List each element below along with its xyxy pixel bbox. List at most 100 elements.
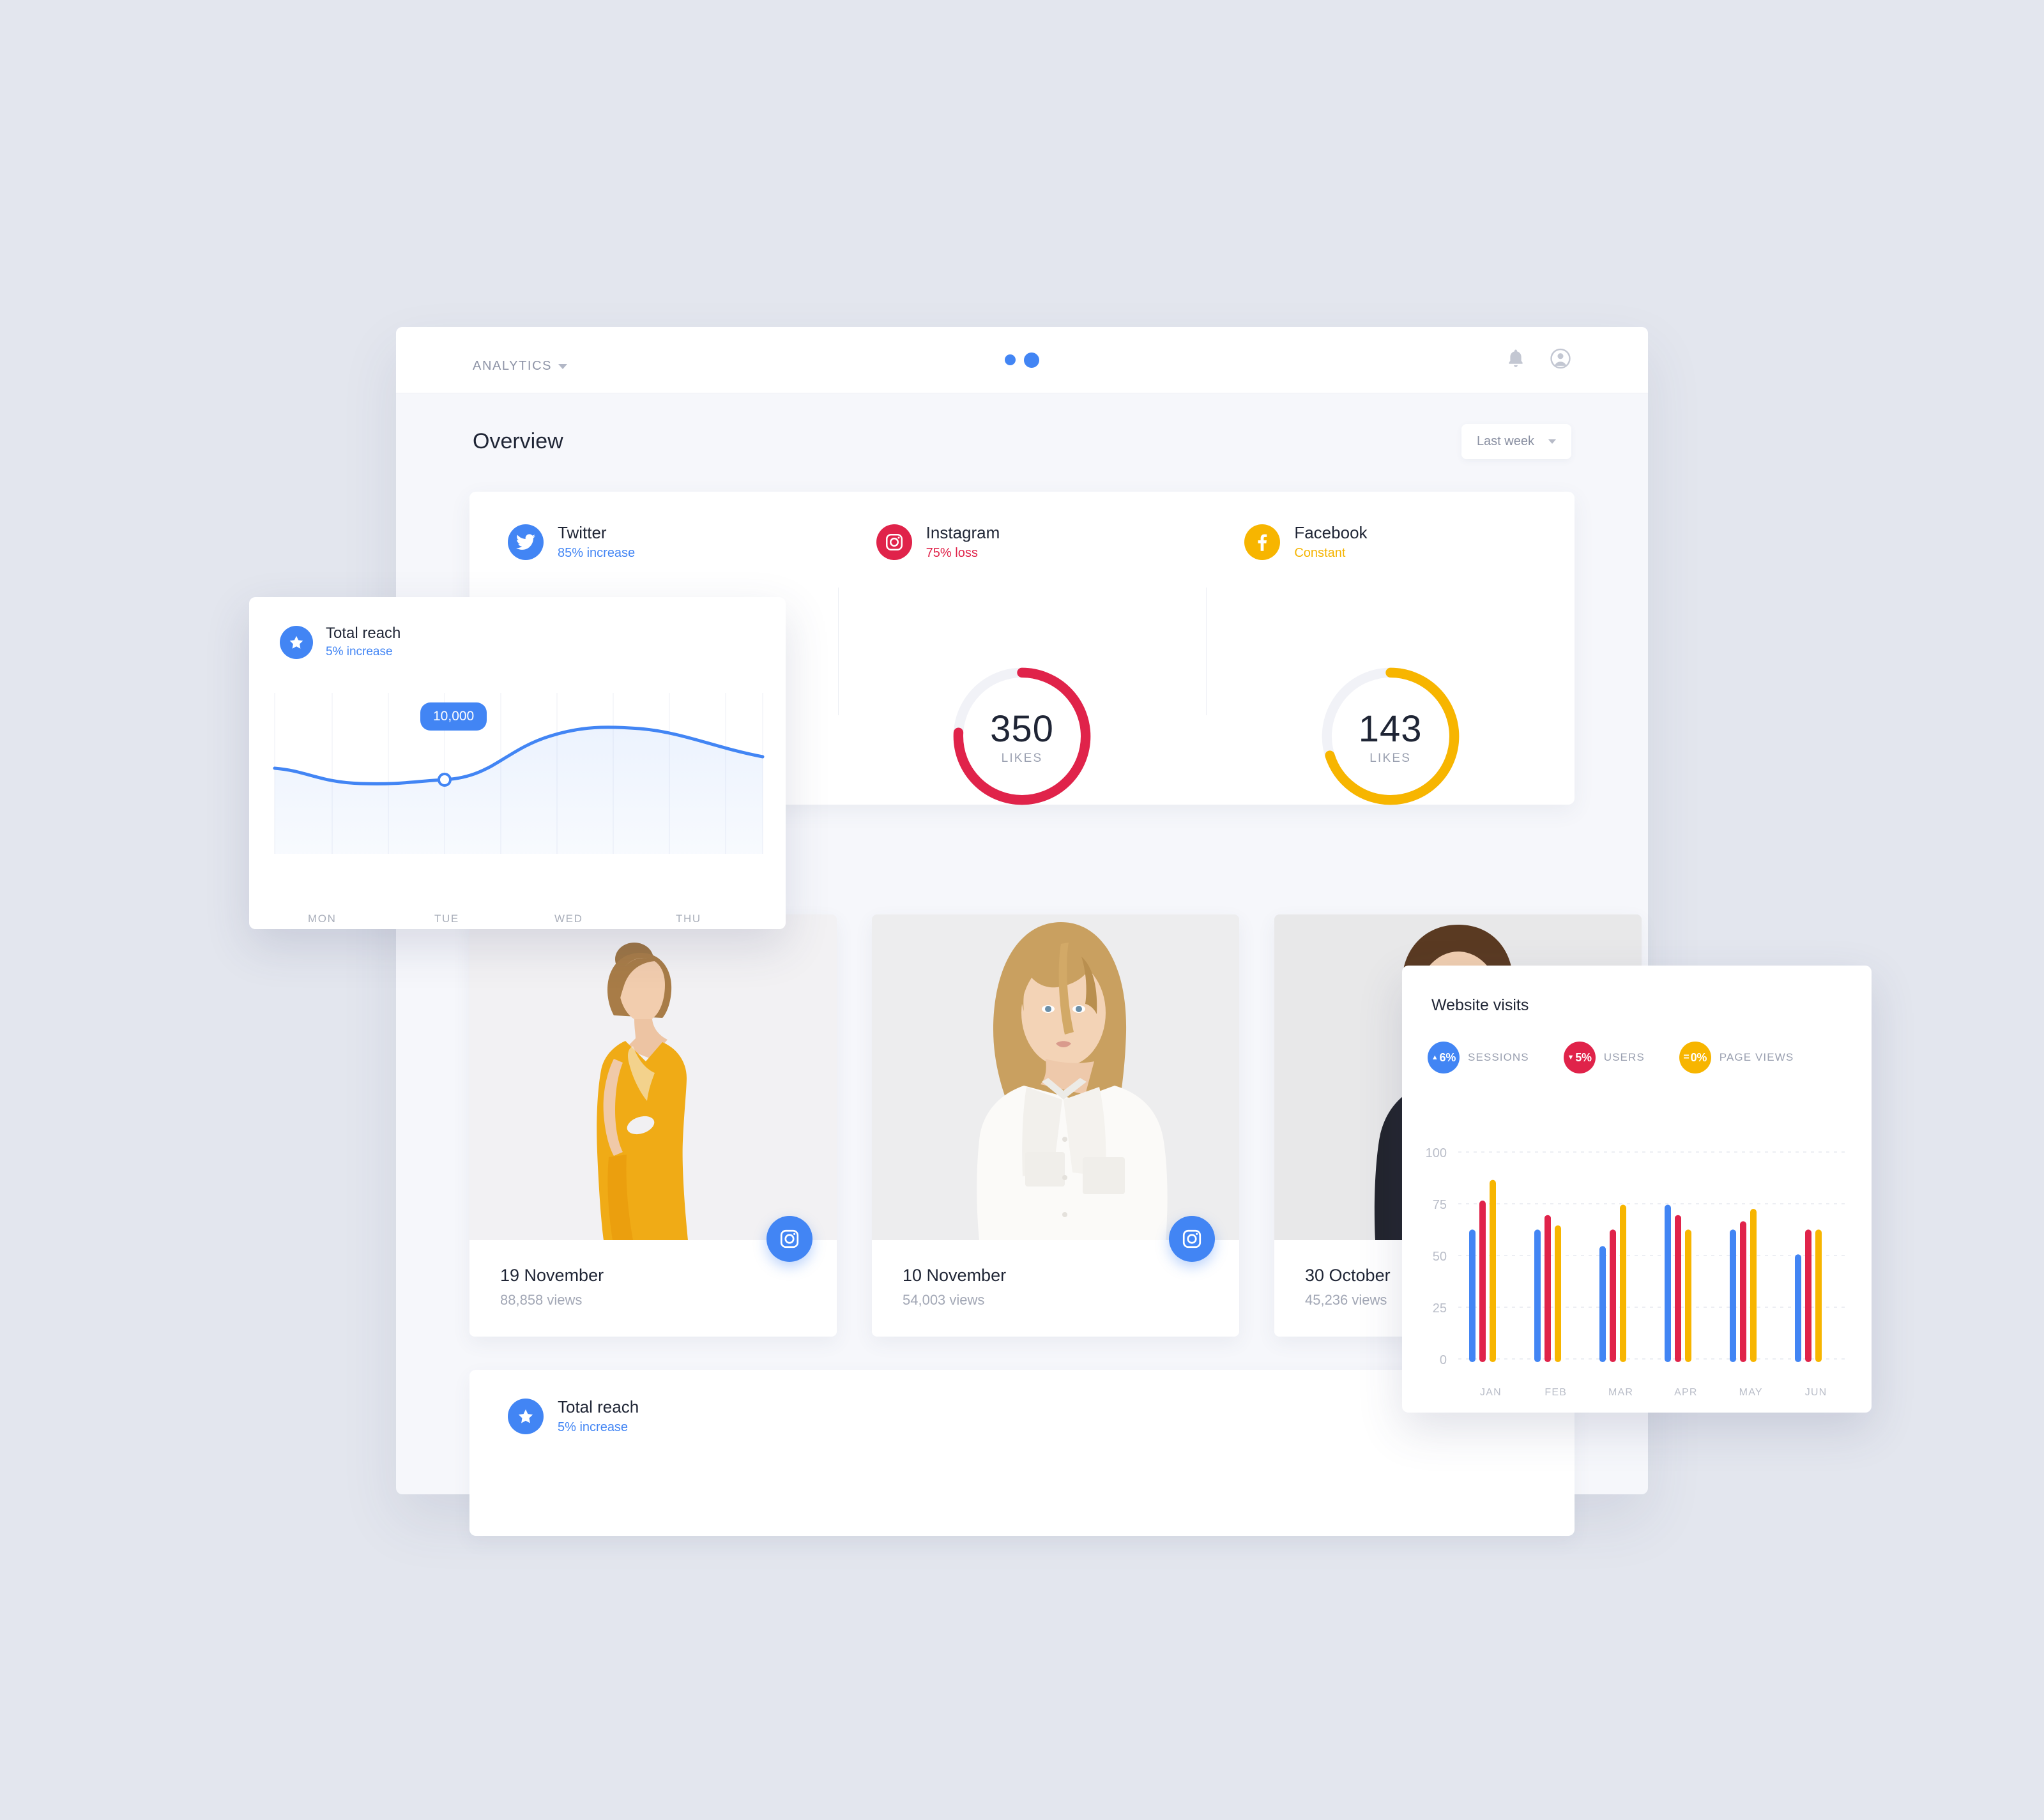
post-date: 10 November	[903, 1266, 1007, 1285]
channel-instagram: Instagram 75% loss 350 LIKES	[837, 492, 1207, 805]
user-avatar-icon[interactable]	[1550, 347, 1571, 372]
users-delta-badge: ▼ 5%	[1563, 1042, 1596, 1073]
arrow-up-icon: ▲	[1431, 1054, 1438, 1061]
users-delta: 5%	[1575, 1050, 1592, 1064]
channel-text: Twitter 85% increase	[558, 522, 635, 563]
legend-item-users[interactable]: ▼ 5% USERS	[1563, 1042, 1645, 1073]
screenshot-stage: ANALYTICS Overview Last week Twitter 85%…	[0, 0, 2044, 1820]
channel-name: Facebook	[1294, 523, 1368, 542]
twitter-icon	[508, 524, 544, 561]
website-visits-bar-chart: 100 75 50 25 0	[1402, 1138, 1872, 1368]
x-tick-label: MON	[308, 913, 337, 925]
svg-text:100: 100	[1426, 1146, 1447, 1160]
x-tick-label: THU	[676, 913, 701, 925]
channel-subtitle: Constant	[1294, 545, 1346, 560]
bar-chart-svg: 100 75 50 25 0	[1426, 1146, 1849, 1367]
page-title: Overview	[473, 429, 563, 453]
post-photo	[469, 914, 837, 1240]
dot-large-icon[interactable]	[1024, 352, 1039, 368]
bell-icon[interactable]	[1506, 348, 1525, 372]
arrow-down-icon: ▼	[1567, 1054, 1575, 1061]
website-visits-card: Website visits ▲ 6% SESSIONS ▼ 5% USERS = 0…	[1402, 966, 1872, 1413]
brand-label: ANALYTICS	[473, 359, 553, 373]
range-filter-dropdown[interactable]: Last week	[1461, 424, 1571, 459]
channel-subtitle: 75% loss	[926, 545, 978, 560]
star-icon	[280, 626, 313, 660]
total-reach-subtitle: 5% increase	[326, 645, 393, 658]
svg-text:25: 25	[1433, 1301, 1447, 1316]
instagram-likes-donut: 350 LIKES	[949, 663, 1095, 810]
channel-text: Facebook Constant	[1294, 522, 1367, 563]
page-views-delta-badge: = 0%	[1679, 1042, 1711, 1073]
channel-text: Instagram 75% loss	[926, 522, 1000, 563]
svg-text:75: 75	[1433, 1198, 1447, 1212]
x-tick-label: TUE	[434, 913, 459, 925]
post-card[interactable]: 10 November 54,003 views	[872, 914, 1239, 1337]
channel-subtitle: 85% increase	[558, 545, 636, 560]
x-tick-label: APR	[1674, 1387, 1698, 1398]
sessions-delta: 6%	[1439, 1050, 1456, 1064]
chevron-down-icon	[1548, 439, 1556, 444]
chart-x-axis: JAN FEB MAR APR MAY JUN	[1458, 1387, 1849, 1399]
page-views-delta: 0%	[1690, 1050, 1707, 1064]
legend-label: SESSIONS	[1468, 1051, 1529, 1063]
facebook-icon	[1244, 524, 1281, 561]
chart-point-marker	[438, 773, 452, 787]
channel-header: Instagram 75% loss	[838, 492, 1207, 563]
sessions-delta-badge: ▲ 6%	[1428, 1042, 1460, 1073]
channel-facebook: Facebook Constant 143 LIKES	[1206, 492, 1575, 805]
donut-value: 350	[990, 708, 1054, 750]
legend-item-page-views[interactable]: = 0% PAGE VIEWS	[1679, 1042, 1794, 1073]
page-indicator-dots[interactable]	[1005, 352, 1039, 368]
x-tick-label: MAR	[1608, 1387, 1634, 1398]
instagram-icon	[876, 524, 912, 561]
total-reach-area-chart: 10,000	[249, 686, 786, 891]
total-reach-title: Total reach	[326, 625, 401, 642]
equals-icon: =	[1683, 1052, 1689, 1063]
legend-label: USERS	[1603, 1051, 1645, 1063]
donut-value: 143	[1358, 708, 1422, 750]
total-reach-text: Total reach 5% increase	[558, 1397, 639, 1437]
x-tick-label: FEB	[1544, 1387, 1567, 1398]
area-chart-svg	[273, 693, 765, 854]
brand-menu[interactable]: ANALYTICS	[473, 359, 568, 374]
svg-text:50: 50	[1433, 1250, 1447, 1264]
legend-label: PAGE VIEWS	[1719, 1051, 1794, 1063]
chart-legend: ▲ 6% SESSIONS ▼ 5% USERS = 0% PAGE VIEWS	[1402, 1015, 1872, 1073]
website-visits-title: Website visits	[1431, 996, 1529, 1014]
channel-header: Twitter 85% increase	[469, 492, 838, 563]
app-header: ANALYTICS	[396, 327, 1648, 393]
donut-center-label: 143 LIKES	[1317, 663, 1464, 810]
channel-name: Twitter	[558, 523, 607, 542]
chart-tooltip: 10,000	[420, 702, 487, 731]
post-date: 19 November	[500, 1266, 604, 1285]
total-reach-subtitle: 5% increase	[558, 1420, 629, 1434]
header-actions	[1506, 347, 1571, 372]
total-reach-header: Total reach 5% increase	[249, 597, 786, 662]
x-tick-label: WED	[554, 913, 583, 925]
post-photo	[872, 914, 1239, 1240]
x-tick-label: MAY	[1739, 1387, 1763, 1398]
range-filter-label: Last week	[1476, 434, 1534, 448]
channel-header: Facebook Constant	[1206, 492, 1575, 563]
post-card[interactable]: 19 November 88,858 views	[469, 914, 837, 1337]
donut-unit: LIKES	[1001, 751, 1043, 765]
total-reach-title: Total reach	[558, 1397, 639, 1416]
chart-tooltip-value: 10,000	[433, 709, 475, 724]
post-views: 88,858 views	[500, 1292, 583, 1308]
star-icon	[508, 1399, 544, 1435]
dot-small-icon[interactable]	[1005, 354, 1016, 365]
x-tick-label: JUN	[1804, 1387, 1827, 1398]
total-reach-chart-card: Total reach 5% increase 10,000 MON TUE W…	[249, 597, 786, 929]
total-reach-text: Total reach 5% increase	[326, 624, 400, 662]
donut-center-label: 350 LIKES	[949, 663, 1095, 810]
post-views: 54,003 views	[903, 1292, 985, 1308]
instagram-icon[interactable]	[766, 1216, 812, 1262]
instagram-icon[interactable]	[1169, 1216, 1215, 1262]
donut-unit: LIKES	[1369, 751, 1412, 765]
channel-name: Instagram	[926, 523, 1000, 542]
legend-item-sessions[interactable]: ▲ 6% SESSIONS	[1428, 1042, 1529, 1073]
svg-text:0: 0	[1440, 1353, 1447, 1367]
chevron-down-icon	[558, 363, 568, 369]
overview-header-row: Overview Last week	[396, 393, 1648, 459]
